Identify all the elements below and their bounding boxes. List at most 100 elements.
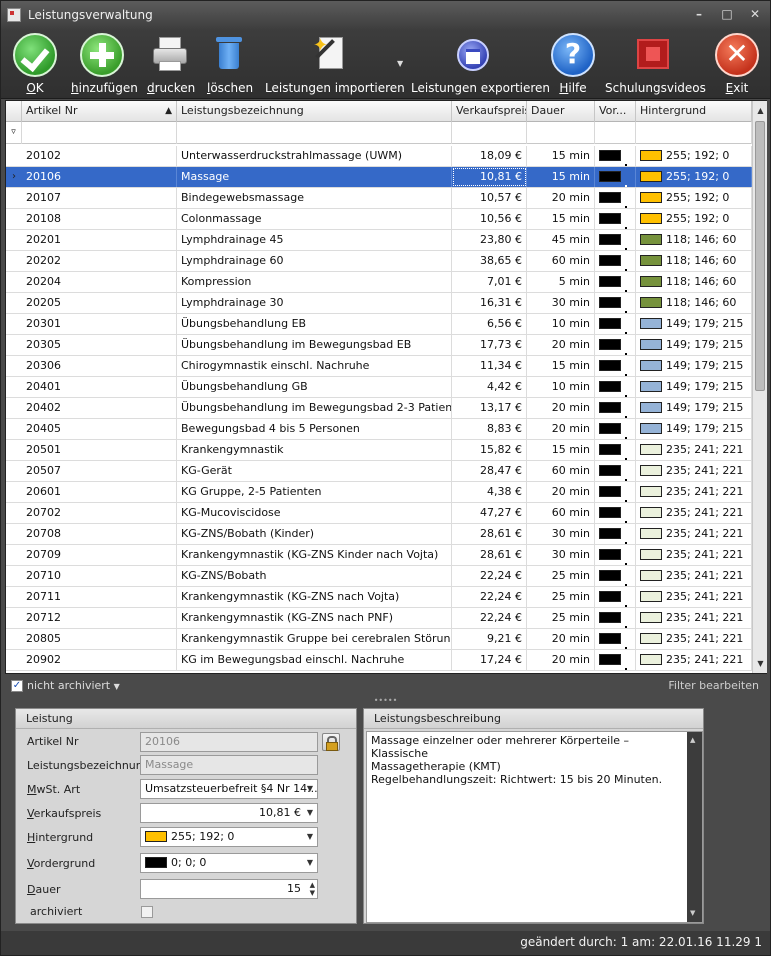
cell-vordergrund[interactable] [595, 230, 636, 250]
cell-dauer[interactable]: 60 min [527, 503, 595, 523]
cell-hintergrund[interactable]: 149; 179; 215 [636, 377, 752, 397]
cell-vordergrund[interactable] [595, 461, 636, 481]
artikel-field[interactable]: 20106 [140, 732, 318, 752]
archiviert-checkbox[interactable] [141, 906, 153, 918]
column-header-dauer[interactable]: Dauer [527, 101, 595, 122]
table-row[interactable]: 20601 KG Gruppe, 2-5 Patienten 4,38 €20 mi… [6, 482, 752, 503]
cell-artikel[interactable]: 20702 [22, 503, 177, 523]
minimize-icon[interactable]: – [692, 7, 706, 21]
dauer-stepper[interactable]: 15 ▲ ▼ [140, 879, 318, 899]
help-button[interactable]: ? Hilfe [551, 33, 595, 95]
table-row[interactable]: 20507 KG-Gerät 28,47 €60 min 235; 241; 221 [6, 461, 752, 482]
cell-dauer[interactable]: 45 min [527, 230, 595, 250]
cell-vordergrund[interactable] [595, 419, 636, 439]
filter-hintergrund[interactable] [636, 122, 752, 144]
cell-artikel[interactable]: 20205 [22, 293, 177, 313]
vordergrund-color-picker[interactable]: 0; 0; 0 ▼ [140, 853, 318, 873]
table-row[interactable]: 20306 Chirogymnastik einschl. Nachruhe 11,… [6, 356, 752, 377]
cell-artikel[interactable]: 20402 [22, 398, 177, 418]
cell-dauer[interactable]: 25 min [527, 608, 595, 628]
cell-hintergrund[interactable]: 235; 241; 221 [636, 482, 752, 502]
cell-hintergrund[interactable]: 235; 241; 221 [636, 545, 752, 565]
cell-hintergrund[interactable]: 118; 146; 60 [636, 251, 752, 271]
table-row[interactable]: 20702 KG-Mucoviscidose 47,27 €60 min 235; 2… [6, 503, 752, 524]
cell-bezeichnung[interactable]: Bewegungsbad 4 bis 5 Personen [177, 419, 452, 439]
table-row[interactable]: › 20106 Massage 10,81 €15 min 255; 192; 0 [6, 167, 752, 188]
cell-hintergrund[interactable]: 235; 241; 221 [636, 524, 752, 544]
table-row[interactable]: 20305 Übungsbehandlung im Bewegungsbad EB… [6, 335, 752, 356]
cell-artikel[interactable]: 20306 [22, 356, 177, 376]
column-header-vordergrund[interactable]: Vor... [595, 101, 636, 122]
cell-bezeichnung[interactable]: Krankengymnastik [177, 440, 452, 460]
scroll-down-icon[interactable]: ▼ [690, 907, 695, 920]
cell-dauer[interactable]: 20 min [527, 419, 595, 439]
column-header-preis[interactable]: Verkaufspreis [452, 101, 527, 122]
videos-button[interactable]: Schulungsvideos [605, 33, 706, 95]
description-scrollbar[interactable]: ▲ ▼ [687, 732, 702, 922]
exit-button[interactable]: ✕ Exit [715, 33, 759, 95]
cell-dauer[interactable]: 10 min [527, 377, 595, 397]
cell-preis[interactable]: 9,21 € [452, 629, 527, 649]
table-row[interactable]: 20712 Krankengymnastik (KG-ZNS nach PNF) 2… [6, 608, 752, 629]
scroll-up-icon[interactable]: ▲ [753, 103, 768, 118]
cell-vordergrund[interactable] [595, 335, 636, 355]
print-button[interactable]: drucken [147, 33, 195, 95]
cell-hintergrund[interactable]: 255; 192; 0 [636, 209, 752, 229]
cell-hintergrund[interactable]: 255; 192; 0 [636, 188, 752, 208]
import-button[interactable]: ✦ Leistungen importieren [265, 33, 405, 95]
cell-preis[interactable]: 22,24 € [452, 566, 527, 586]
cell-vordergrund[interactable] [595, 524, 636, 544]
cell-preis[interactable]: 8,83 € [452, 419, 527, 439]
cell-bezeichnung[interactable]: Krankengymnastik Gruppe bei cerebralen S… [177, 629, 452, 649]
cell-vordergrund[interactable] [595, 314, 636, 334]
table-row[interactable]: 20202 Lymphdrainage 60 38,65 €60 min 118; 1… [6, 251, 752, 272]
cell-dauer[interactable]: 15 min [527, 209, 595, 229]
cell-vordergrund[interactable] [595, 188, 636, 208]
cell-dauer[interactable]: 20 min [527, 629, 595, 649]
cell-hintergrund[interactable]: 235; 241; 221 [636, 503, 752, 523]
cell-hintergrund[interactable]: 149; 179; 215 [636, 419, 752, 439]
cell-preis[interactable]: 7,01 € [452, 272, 527, 292]
cell-dauer[interactable]: 15 min [527, 440, 595, 460]
cell-artikel[interactable]: 20202 [22, 251, 177, 271]
cell-dauer[interactable]: 30 min [527, 545, 595, 565]
cell-artikel[interactable]: 20305 [22, 335, 177, 355]
cell-artikel[interactable]: 20106 [22, 167, 177, 187]
cell-preis[interactable]: 17,24 € [452, 650, 527, 670]
cell-vordergrund[interactable] [595, 482, 636, 502]
cell-hintergrund[interactable]: 149; 179; 215 [636, 356, 752, 376]
cell-artikel[interactable]: 20805 [22, 629, 177, 649]
cell-preis[interactable]: 38,65 € [452, 251, 527, 271]
cell-preis[interactable]: 18,09 € [452, 146, 527, 166]
cell-artikel[interactable]: 20709 [22, 545, 177, 565]
cell-preis[interactable]: 4,42 € [452, 377, 527, 397]
cell-hintergrund[interactable]: 118; 146; 60 [636, 272, 752, 292]
table-row[interactable]: 20710 KG-ZNS/Bobath 22,24 €25 min 235; 241;… [6, 566, 752, 587]
table-row[interactable]: 20805 Krankengymnastik Gruppe bei cerebra… [6, 629, 752, 650]
cell-preis[interactable]: 28,61 € [452, 545, 527, 565]
table-row[interactable]: 20107 Bindegewebsmassage 10,57 €20 min 255;… [6, 188, 752, 209]
cell-vordergrund[interactable] [595, 146, 636, 166]
cell-artikel[interactable]: 20501 [22, 440, 177, 460]
cell-hintergrund[interactable]: 149; 179; 215 [636, 314, 752, 334]
cell-vordergrund[interactable] [595, 587, 636, 607]
cell-dauer[interactable]: 15 min [527, 167, 595, 187]
cell-artikel[interactable]: 20301 [22, 314, 177, 334]
table-row[interactable]: 20401 Übungsbehandlung GB 4,42 €10 min 149;… [6, 377, 752, 398]
cell-preis[interactable]: 11,34 € [452, 356, 527, 376]
table-row[interactable]: 20402 Übungsbehandlung im Bewegungsbad 2-… [6, 398, 752, 419]
cell-dauer[interactable]: 20 min [527, 188, 595, 208]
cell-dauer[interactable]: 30 min [527, 524, 595, 544]
column-header-bezeichnung[interactable]: Leistungsbezeichnung [177, 101, 452, 122]
cell-preis[interactable]: 17,73 € [452, 335, 527, 355]
table-row[interactable]: 20501 Krankengymnastik 15,82 €15 min 235; 2… [6, 440, 752, 461]
cell-dauer[interactable]: 20 min [527, 335, 595, 355]
cell-dauer[interactable]: 5 min [527, 272, 595, 292]
edit-filter-button[interactable]: Filter bearbeiten [668, 679, 759, 692]
cell-hintergrund[interactable]: 235; 241; 221 [636, 461, 752, 481]
cell-artikel[interactable]: 20204 [22, 272, 177, 292]
cell-artikel[interactable]: 20201 [22, 230, 177, 250]
cell-vordergrund[interactable] [595, 503, 636, 523]
cell-vordergrund[interactable] [595, 650, 636, 670]
cell-preis[interactable]: 15,82 € [452, 440, 527, 460]
